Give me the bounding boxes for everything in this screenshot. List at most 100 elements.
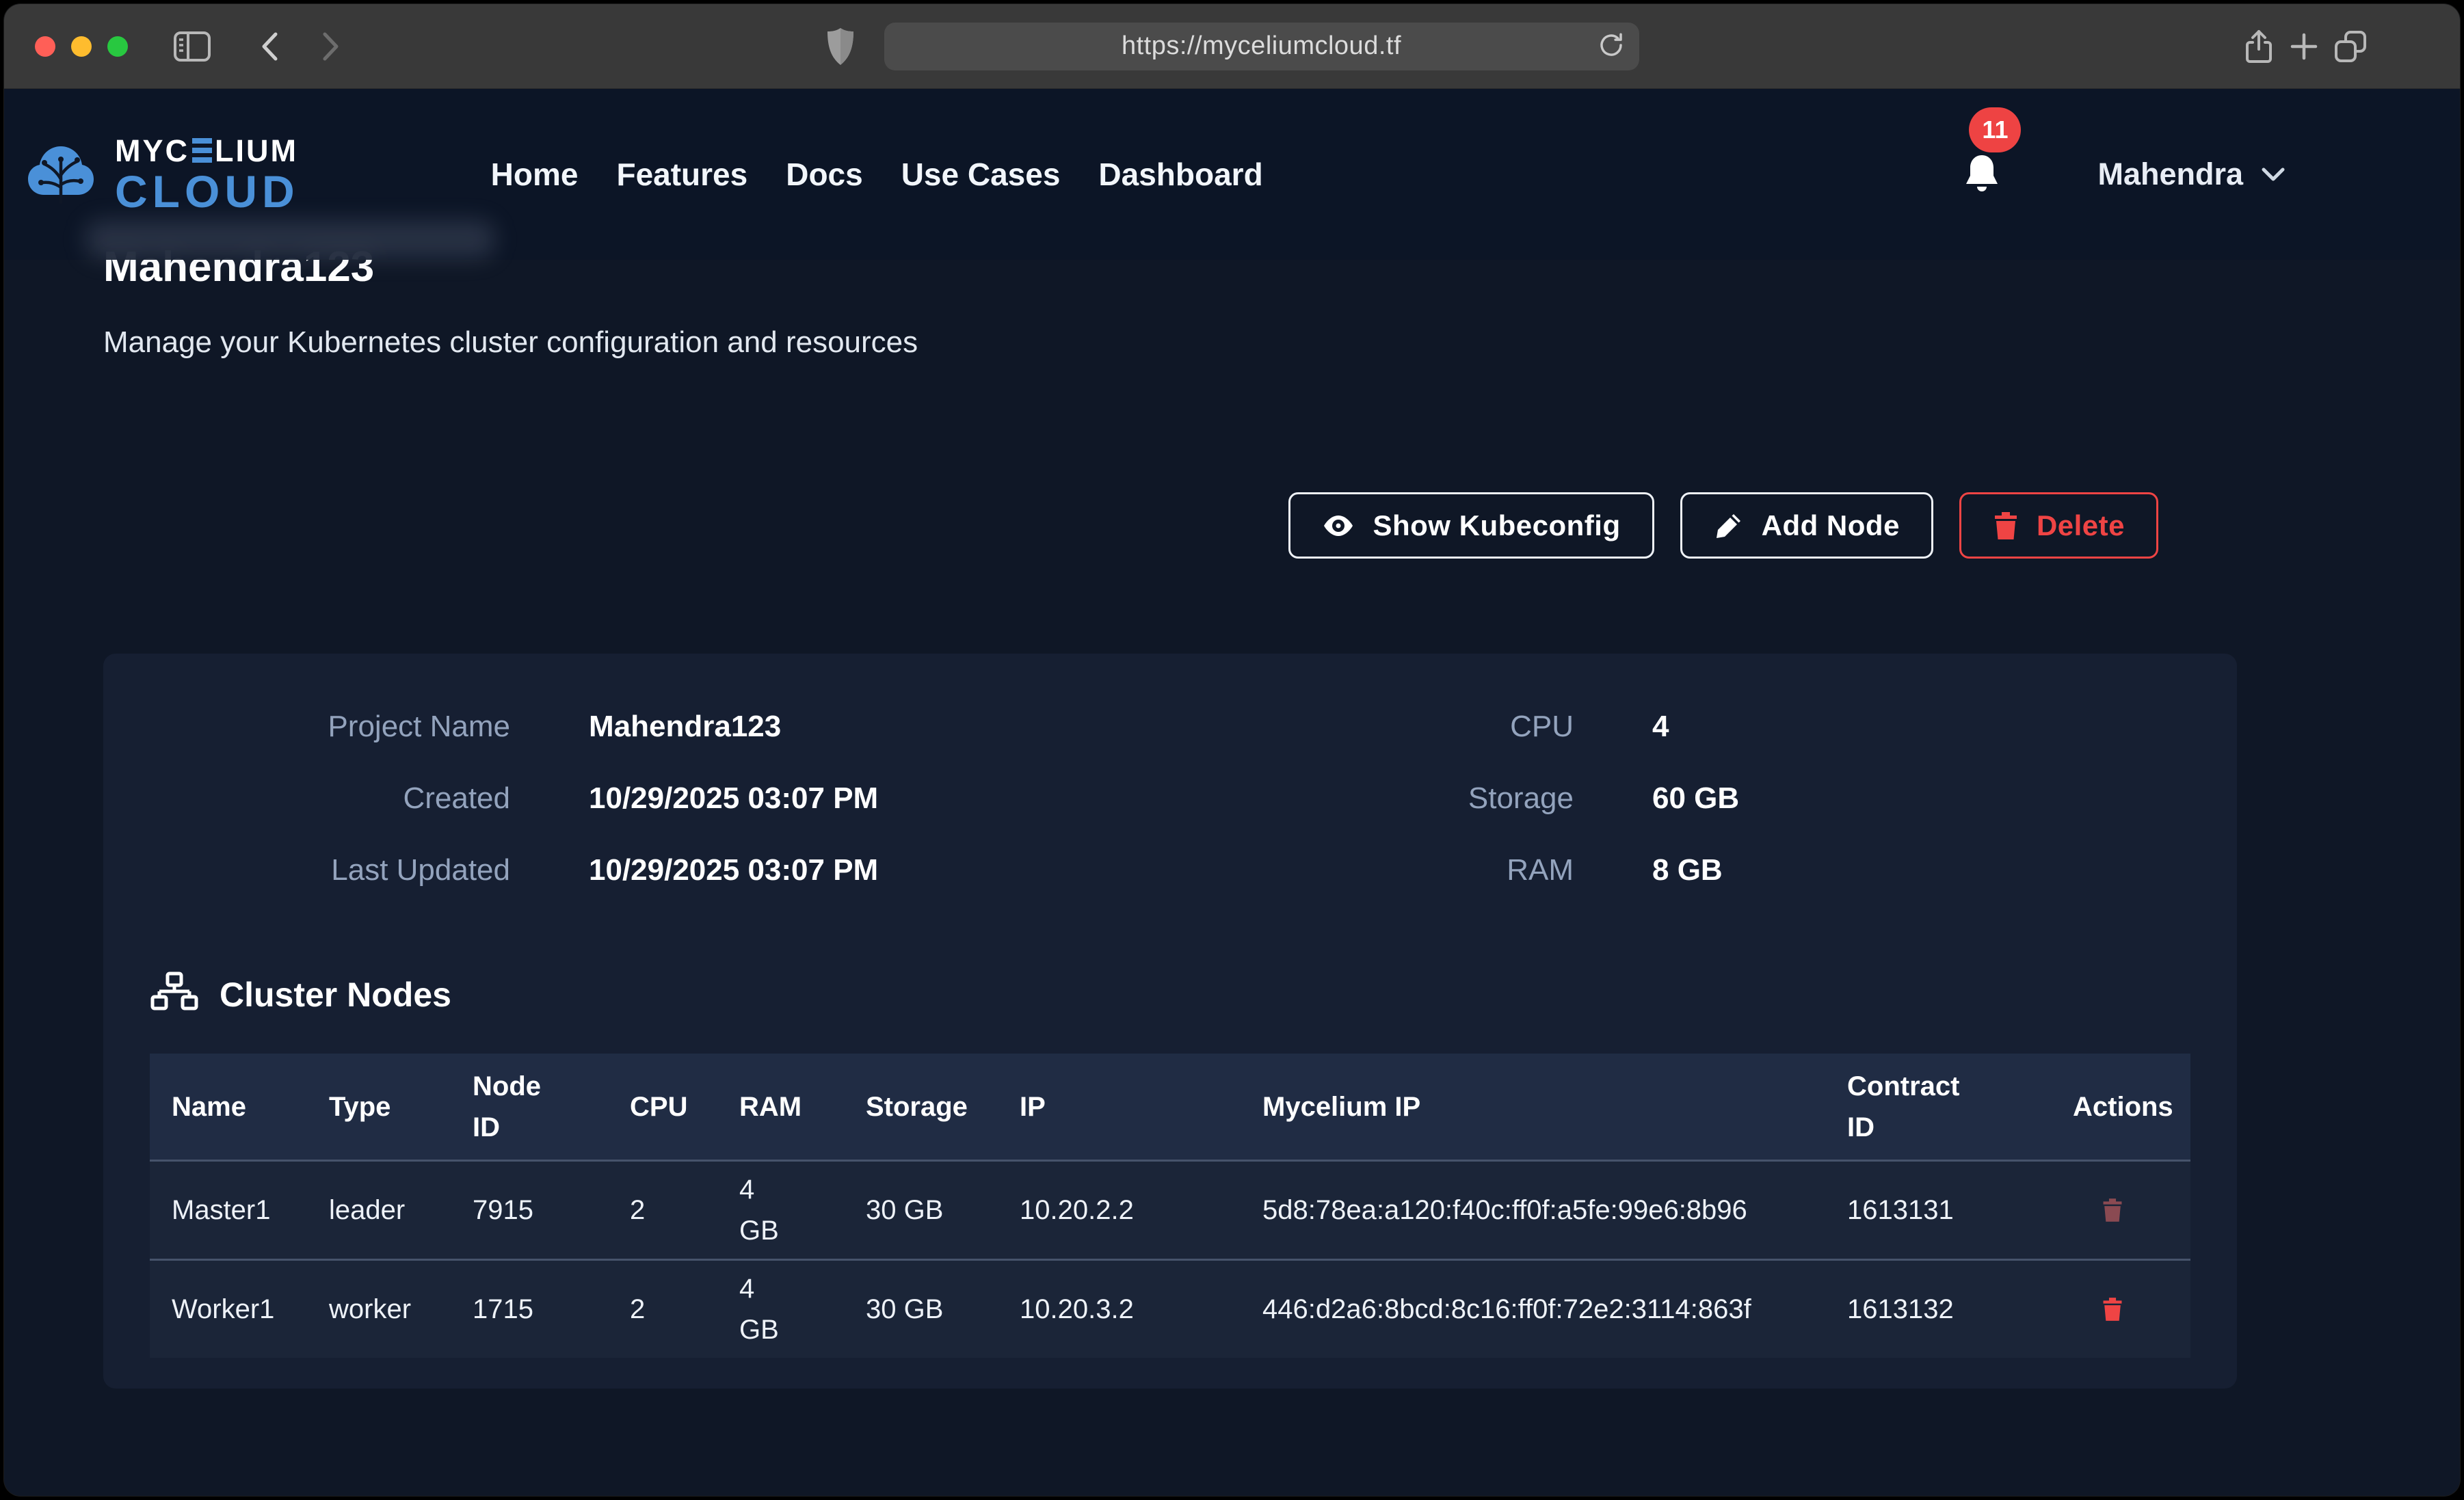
node-actions xyxy=(2051,1196,2190,1224)
share-icon[interactable] xyxy=(2243,29,2275,64)
bell-icon xyxy=(1962,152,2002,196)
notifications-button[interactable]: 11 xyxy=(1962,152,2002,196)
table-row-worker1: Worker1 worker 1715 2 4 GB 30 GB 10.20.3… xyxy=(150,1259,2190,1358)
storage-label: Storage xyxy=(1327,777,1574,820)
delete-node-button-disabled[interactable] xyxy=(2102,1196,2123,1224)
nav-link-features[interactable]: Features xyxy=(616,156,747,193)
brand-name-top: MYCLIUM xyxy=(115,135,300,166)
storage-value: 60 GB xyxy=(1652,777,2190,820)
col-actions: Actions xyxy=(2051,1086,2190,1127)
node-ip: 10.20.3.2 xyxy=(998,1289,1241,1330)
created-label: Created xyxy=(150,777,510,820)
col-node-id: Node ID xyxy=(451,1066,608,1148)
brand-text: MYCLIUM CLOUD xyxy=(115,135,300,214)
privacy-shield-icon[interactable] xyxy=(825,27,856,66)
add-node-button[interactable]: Add Node xyxy=(1680,492,1933,559)
col-cpu: CPU xyxy=(608,1086,717,1127)
back-icon[interactable] xyxy=(255,29,287,64)
delete-node-button[interactable] xyxy=(2102,1296,2123,1323)
node-type: leader xyxy=(307,1190,451,1231)
tab-overview-icon[interactable] xyxy=(2333,29,2368,64)
close-window-button[interactable] xyxy=(35,36,55,57)
col-storage: Storage xyxy=(844,1086,998,1127)
url-bar[interactable]: https://myceliumcloud.tf xyxy=(884,23,1639,70)
project-name-value: Mahendra123 xyxy=(589,705,1249,748)
last-updated-label: Last Updated xyxy=(150,848,510,892)
nodes-table: Name Type Node ID CPU RAM Storage IP Myc… xyxy=(150,1054,2190,1358)
network-icon xyxy=(150,970,199,1019)
page: MYCLIUM CLOUD Home Features Docs Use Cas… xyxy=(4,89,2460,1496)
node-name: Master1 xyxy=(150,1190,307,1231)
site-navbar: MYCLIUM CLOUD Home Features Docs Use Cas… xyxy=(4,89,2460,260)
node-cpu: 2 xyxy=(608,1289,717,1330)
node-ram: 4 GB xyxy=(717,1169,844,1251)
nodes-table-header: Name Type Node ID CPU RAM Storage IP Myc… xyxy=(150,1054,2190,1160)
delete-cluster-button[interactable]: Delete xyxy=(1959,492,2158,559)
brand-logo[interactable]: MYCLIUM CLOUD xyxy=(23,135,300,214)
cluster-nodes-title: Cluster Nodes xyxy=(220,975,451,1015)
node-id: 1715 xyxy=(451,1289,608,1330)
col-contract-id: Contract ID xyxy=(1825,1066,2051,1148)
browser-window: https://myceliumcloud.tf xyxy=(4,4,2460,1496)
delete-label: Delete xyxy=(2037,509,2125,542)
page-subtitle: Manage your Kubernetes cluster configura… xyxy=(103,325,2237,360)
node-contract-id: 1613132 xyxy=(1825,1289,2051,1330)
node-type: worker xyxy=(307,1289,451,1330)
address-area: https://myceliumcloud.tf xyxy=(825,4,1639,88)
title-blur-artifact xyxy=(85,220,495,258)
mycelium-cloud-logo-icon xyxy=(23,137,98,212)
new-tab-icon[interactable] xyxy=(2288,31,2320,62)
ram-label: RAM xyxy=(1327,848,1574,892)
col-mycelium-ip: Mycelium IP xyxy=(1241,1086,1825,1127)
node-name: Worker1 xyxy=(150,1289,307,1330)
node-mycelium-ip: 5d8:78ea:a120:f40c:ff0f:a5fe:99e6:8b96 xyxy=(1241,1190,1825,1231)
user-name: Mahendra xyxy=(2097,157,2243,192)
ram-value: 8 GB xyxy=(1652,848,2190,892)
nav-link-home[interactable]: Home xyxy=(491,156,579,193)
zoom-window-button[interactable] xyxy=(107,36,128,57)
forward-icon[interactable] xyxy=(314,29,345,64)
node-cpu: 2 xyxy=(608,1190,717,1231)
nav-link-docs[interactable]: Docs xyxy=(786,156,862,193)
trash-icon xyxy=(1993,511,2019,541)
nav-link-use-cases[interactable]: Use Cases xyxy=(901,156,1061,193)
col-type: Type xyxy=(307,1086,451,1127)
trash-icon xyxy=(2102,1296,2123,1323)
show-kubeconfig-label: Show Kubeconfig xyxy=(1373,509,1620,542)
node-contract-id: 1613131 xyxy=(1825,1190,2051,1231)
cluster-page-content: Mahendra123 Manage your Kubernetes clust… xyxy=(4,89,2237,1389)
eye-icon xyxy=(1322,509,1355,542)
show-kubeconfig-button[interactable]: Show Kubeconfig xyxy=(1288,492,1654,559)
reload-icon[interactable] xyxy=(1597,31,1626,62)
cluster-nodes-heading: Cluster Nodes xyxy=(150,970,2190,1019)
col-ram: RAM xyxy=(717,1086,844,1127)
notification-count-badge: 11 xyxy=(1969,107,2021,152)
node-id: 7915 xyxy=(451,1190,608,1231)
node-actions xyxy=(2051,1296,2190,1323)
minimize-window-button[interactable] xyxy=(71,36,92,57)
stylized-e-glyph xyxy=(192,138,212,163)
cluster-details-card: Project Name Mahendra123 CPU 4 Created 1… xyxy=(103,654,2237,1389)
node-ram: 4 GB xyxy=(717,1268,844,1350)
screen: https://myceliumcloud.tf xyxy=(0,0,2464,1500)
node-storage: 30 GB xyxy=(844,1289,998,1330)
chrome-right-buttons xyxy=(2243,4,2368,88)
col-ip: IP xyxy=(998,1086,1241,1127)
url-text: https://myceliumcloud.tf xyxy=(1122,31,1401,61)
cluster-info-grid: Project Name Mahendra123 CPU 4 Created 1… xyxy=(150,705,2190,892)
chevron-down-icon xyxy=(2261,166,2286,183)
project-name-label: Project Name xyxy=(150,705,510,748)
add-node-label: Add Node xyxy=(1762,509,1900,542)
sidebar-toggle-icon[interactable] xyxy=(173,31,211,62)
browser-chrome: https://myceliumcloud.tf xyxy=(4,4,2460,89)
nav-link-dashboard[interactable]: Dashboard xyxy=(1098,156,1262,193)
user-menu[interactable]: Mahendra xyxy=(2097,157,2286,192)
main-nav: Home Features Docs Use Cases Dashboard xyxy=(491,156,1263,193)
node-mycelium-ip: 446:d2a6:8bcd:8c16:ff0f:72e2:3114:863f xyxy=(1241,1289,1825,1330)
cpu-label: CPU xyxy=(1327,705,1574,748)
cpu-value: 4 xyxy=(1652,705,2190,748)
pencil-icon xyxy=(1714,511,1744,541)
col-name: Name xyxy=(150,1086,307,1127)
node-storage: 30 GB xyxy=(844,1190,998,1231)
created-value: 10/29/2025 03:07 PM xyxy=(589,777,1249,820)
